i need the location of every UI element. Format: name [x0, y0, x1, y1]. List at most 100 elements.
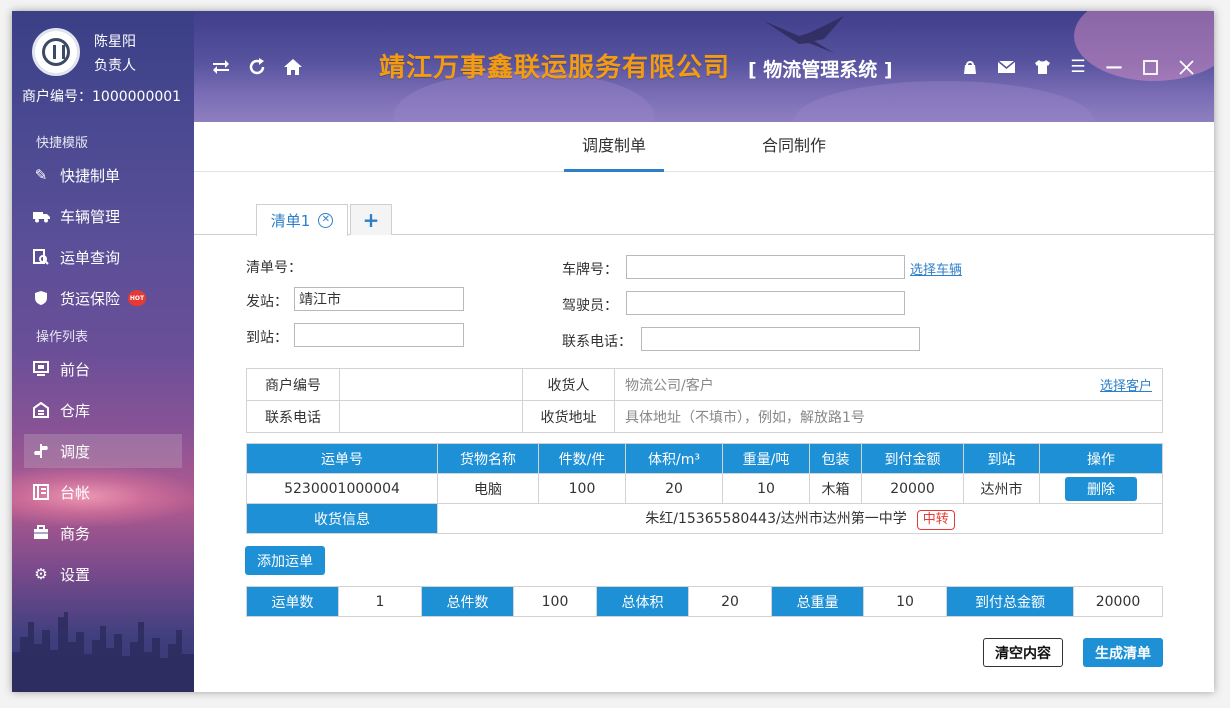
header-toolbar: [209, 55, 305, 79]
search-doc-icon: [32, 248, 50, 266]
sidebar-item-settings[interactable]: ⚙ 设置: [24, 557, 182, 591]
table-row: 5230001000004 电脑 100 20 10 木箱 20000 达州市 …: [246, 473, 1163, 504]
list-tabs: 清单1 ✕ +: [194, 204, 1214, 236]
pencil-icon: ✎: [34, 166, 48, 184]
sidebar-item-ledger[interactable]: 台帐: [24, 475, 182, 509]
goods-cell: 电脑: [437, 473, 539, 504]
from-station-input[interactable]: [294, 287, 464, 311]
main-tabs: 调度制单 合同制作: [194, 122, 1214, 172]
close-tab-icon[interactable]: ✕: [318, 213, 334, 228]
summary-weight: 10: [863, 586, 947, 617]
refresh-icon[interactable]: [245, 55, 269, 79]
plate-label: 车牌号：: [562, 262, 618, 278]
to-station-label: 到站：: [246, 330, 288, 346]
sidebar-item-label: 前台: [60, 360, 91, 379]
sidebar-item-insurance[interactable]: 货运保险 HOT: [24, 281, 182, 315]
sidebar-item-waybill-query[interactable]: 运单查询: [24, 240, 182, 274]
col-volume: 体积/m³: [625, 443, 723, 474]
driver-input[interactable]: [626, 291, 905, 315]
volume-cell: 20: [625, 473, 723, 504]
sidebar-item-warehouse[interactable]: 仓库: [24, 393, 182, 427]
waybill-no-cell: 5230001000004: [246, 473, 438, 504]
receipt-info-cell: 朱红/15365580443/达州市达州第一中学 中转: [437, 503, 1163, 534]
generate-list-button[interactable]: 生成清单: [1083, 638, 1163, 667]
dispatch-icon: [32, 442, 50, 460]
action-cell: 删除: [1039, 473, 1163, 504]
sidebar-item-quick-order[interactable]: ✎ 快捷制单: [24, 158, 182, 192]
add-tab-button[interactable]: +: [350, 204, 392, 235]
sidebar-item-label: 快捷制单: [60, 166, 121, 185]
address-label: 收货地址: [522, 400, 615, 433]
bag-icon[interactable]: [958, 55, 982, 79]
tab-contract[interactable]: 合同制作: [744, 122, 844, 172]
minimize-icon[interactable]: —: [1102, 55, 1126, 79]
sidebar-item-business[interactable]: 商务: [24, 516, 182, 550]
contact-phone-label: 联系电话: [246, 400, 340, 433]
summary-table: 运单数 1 总件数 100 总体积 20 总重量 10 到付总金额 20000: [246, 586, 1163, 617]
address-field[interactable]: 具体地址（不填市），例如，解放路1号: [614, 400, 1163, 433]
system-title: [ 物流管理系统 ]: [748, 59, 893, 81]
phone-label: 联系电话：: [562, 334, 632, 350]
monitor-icon: [32, 360, 50, 378]
ledger-icon: [32, 483, 50, 501]
menu-icon[interactable]: ☰: [1066, 55, 1090, 79]
col-waybill-no: 运单号: [246, 443, 438, 474]
maximize-icon[interactable]: [1138, 55, 1162, 79]
contact-phone-cell[interactable]: [339, 400, 523, 433]
switch-icon[interactable]: [209, 55, 233, 79]
main-content: 调度制单 合同制作 清单1 ✕ + 清单号： 发站： 到站： 车牌号： 选择车辆…: [194, 122, 1214, 692]
merchant-id-label: 商户编号: [246, 368, 340, 401]
table-row: 收货信息 朱红/15365580443/达州市达州第一中学 中转: [246, 503, 1163, 534]
select-vehicle-link[interactable]: 选择车辆: [910, 259, 962, 278]
company-title: 靖江万事鑫联运服务有限公司: [379, 53, 731, 83]
sidebar-item-label: 设置: [60, 565, 91, 584]
avatar[interactable]: [32, 28, 80, 76]
tab-list-1[interactable]: 清单1 ✕: [256, 204, 348, 236]
summary-volume: 20: [688, 586, 772, 617]
receipt-info-text: 朱红/15365580443/达州市达州第一中学: [645, 510, 907, 527]
col-action: 操作: [1039, 443, 1163, 474]
tab-dispatch-order[interactable]: 调度制单: [564, 122, 664, 172]
receiver-field[interactable]: 物流公司/客户 选择客户: [614, 368, 1163, 401]
to-station-input[interactable]: [294, 323, 464, 347]
delete-button[interactable]: 删除: [1065, 476, 1137, 501]
list-no-label: 清单号：: [246, 260, 302, 276]
waybill-header-row: 运单号 货物名称 件数/件 体积/m³ 重量/吨 包装 到付金额 到站 操作: [246, 443, 1163, 474]
select-customer-link[interactable]: 选择客户: [1100, 375, 1152, 394]
user-name: 陈星阳: [94, 34, 136, 50]
clear-content-button[interactable]: 清空内容: [983, 638, 1063, 667]
sidebar-item-label: 货运保险: [60, 289, 121, 308]
mail-icon[interactable]: [994, 55, 1018, 79]
customer-table: 商户编号 收货人 物流公司/客户 选择客户 联系电话 收货地址 具体地址（不填市…: [246, 368, 1163, 433]
from-station-label: 发站：: [246, 294, 288, 310]
city-skyline-decoration: [12, 612, 194, 692]
sidebar-item-label: 台帐: [60, 483, 91, 502]
station-cell: 达州市: [963, 473, 1040, 504]
transfer-tag: 中转: [916, 509, 955, 530]
menu-group-operations: 操作列表: [36, 330, 89, 345]
merchant-id-cell[interactable]: [339, 368, 523, 401]
sidebar: 陈星阳 负责人 商户编号：1000000001 快捷模版 ✎ 快捷制单 车辆管理…: [12, 11, 194, 692]
sidebar-item-dispatch[interactable]: 调度: [24, 434, 182, 468]
sidebar-item-front-desk[interactable]: 前台: [24, 352, 182, 386]
bird-decoration: [764, 16, 844, 53]
waybill-table: 运单号 货物名称 件数/件 体积/m³ 重量/吨 包装 到付金额 到站 操作 5…: [246, 443, 1163, 534]
truck-icon: [32, 207, 50, 225]
shirt-icon[interactable]: [1030, 55, 1054, 79]
add-waybill-button[interactable]: 添加运单: [245, 546, 325, 575]
receiver-placeholder: 物流公司/客户: [625, 377, 714, 394]
summary-pieces-label: 总件数: [421, 586, 514, 617]
sidebar-item-label: 调度: [60, 442, 91, 461]
close-icon[interactable]: [1174, 55, 1198, 79]
sidebar-item-label: 车辆管理: [60, 207, 121, 226]
hot-badge-icon: HOT: [128, 290, 147, 306]
home-icon[interactable]: [281, 55, 305, 79]
app-window: 陈星阳 负责人 商户编号：1000000001 快捷模版 ✎ 快捷制单 车辆管理…: [12, 11, 1214, 692]
summary-weight-label: 总重量: [771, 586, 864, 617]
sidebar-item-label: 仓库: [60, 401, 91, 420]
sidebar-item-vehicles[interactable]: 车辆管理: [24, 199, 182, 233]
plate-input[interactable]: [626, 255, 905, 279]
gear-icon: ⚙: [34, 565, 48, 583]
warehouse-icon: [32, 401, 50, 419]
phone-input[interactable]: [641, 327, 920, 351]
